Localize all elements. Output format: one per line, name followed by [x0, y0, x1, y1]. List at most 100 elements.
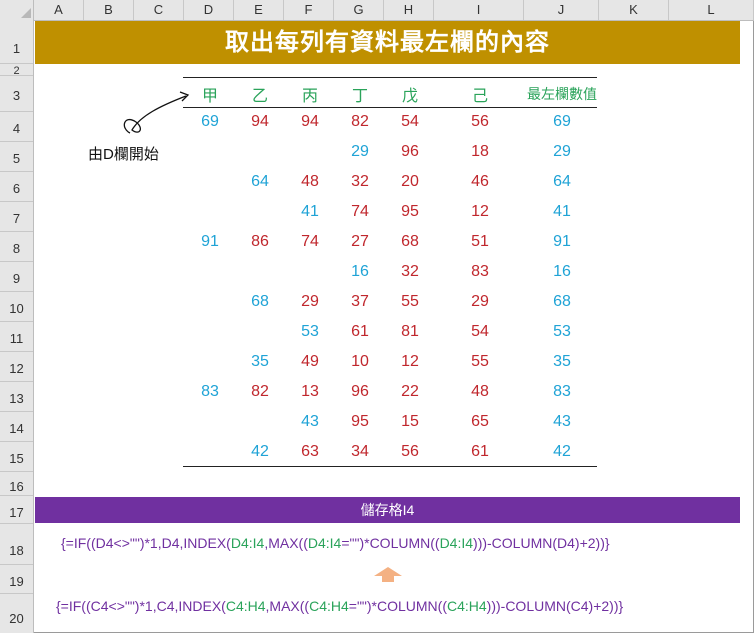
table-cell[interactable]: 95 [340, 413, 380, 431]
table-cell[interactable]: 54 [460, 323, 500, 341]
select-all-corner[interactable] [0, 0, 34, 20]
table-cell[interactable]: 61 [460, 443, 500, 461]
table-cell[interactable]: 83 [460, 263, 500, 281]
column-header-h[interactable]: H [384, 0, 434, 20]
table-cell[interactable]: 48 [460, 383, 500, 401]
table-cell[interactable]: 91 [190, 233, 230, 251]
row-header-7[interactable]: 7 [0, 202, 33, 232]
table-cell[interactable]: 83 [190, 383, 230, 401]
column-header-j[interactable]: J [524, 0, 599, 20]
row-header-3[interactable]: 3 [0, 76, 33, 112]
table-cell[interactable]: 65 [460, 413, 500, 431]
table-cell[interactable]: 54 [390, 113, 430, 131]
result-cell[interactable]: 64 [542, 173, 582, 191]
result-cell[interactable]: 35 [542, 353, 582, 371]
table-cell[interactable]: 56 [390, 443, 430, 461]
table-cell[interactable]: 94 [240, 113, 280, 131]
table-cell[interactable]: 82 [240, 383, 280, 401]
table-cell[interactable]: 12 [460, 203, 500, 221]
table-cell[interactable]: 95 [390, 203, 430, 221]
table-cell[interactable]: 32 [340, 173, 380, 191]
row-header-12[interactable]: 12 [0, 352, 33, 382]
row-header-13[interactable]: 13 [0, 382, 33, 412]
table-cell[interactable]: 29 [460, 293, 500, 311]
table-cell[interactable]: 53 [290, 323, 330, 341]
column-header-g[interactable]: G [334, 0, 384, 20]
table-cell[interactable]: 55 [460, 353, 500, 371]
table-cell[interactable]: 74 [340, 203, 380, 221]
table-cell[interactable]: 34 [340, 443, 380, 461]
table-cell[interactable]: 61 [340, 323, 380, 341]
table-cell[interactable]: 46 [460, 173, 500, 191]
table-cell[interactable]: 35 [240, 353, 280, 371]
table-cell[interactable]: 48 [290, 173, 330, 191]
row-header-4[interactable]: 4 [0, 112, 33, 142]
result-cell[interactable]: 42 [542, 443, 582, 461]
column-header-l[interactable]: L [669, 0, 754, 20]
table-cell[interactable]: 15 [390, 413, 430, 431]
row-header-10[interactable]: 10 [0, 292, 33, 322]
table-cell[interactable]: 51 [460, 233, 500, 251]
table-cell[interactable]: 94 [290, 113, 330, 131]
row-header-6[interactable]: 6 [0, 172, 33, 202]
table-cell[interactable]: 64 [240, 173, 280, 191]
result-cell[interactable]: 91 [542, 233, 582, 251]
table-cell[interactable]: 20 [390, 173, 430, 191]
result-cell[interactable]: 53 [542, 323, 582, 341]
row-header-14[interactable]: 14 [0, 412, 33, 442]
table-cell[interactable]: 68 [390, 233, 430, 251]
table-cell[interactable]: 96 [390, 143, 430, 161]
table-cell[interactable]: 10 [340, 353, 380, 371]
row-header-2[interactable]: 2 [0, 64, 33, 77]
table-cell[interactable]: 96 [340, 383, 380, 401]
column-header-d[interactable]: D [184, 0, 234, 20]
table-cell[interactable]: 69 [190, 113, 230, 131]
row-header-11[interactable]: 11 [0, 322, 33, 352]
table-cell[interactable]: 55 [390, 293, 430, 311]
table-cell[interactable]: 29 [340, 143, 380, 161]
column-header-i[interactable]: I [434, 0, 524, 20]
row-header-9[interactable]: 9 [0, 262, 33, 292]
table-cell[interactable]: 56 [460, 113, 500, 131]
column-header-c[interactable]: C [134, 0, 184, 20]
table-cell[interactable]: 49 [290, 353, 330, 371]
table-cell[interactable]: 13 [290, 383, 330, 401]
column-header-a[interactable]: A [34, 0, 84, 20]
table-cell[interactable]: 12 [390, 353, 430, 371]
table-cell[interactable]: 81 [390, 323, 430, 341]
table-cell[interactable]: 16 [340, 263, 380, 281]
table-cell[interactable]: 22 [390, 383, 430, 401]
table-cell[interactable]: 32 [390, 263, 430, 281]
row-header-5[interactable]: 5 [0, 142, 33, 172]
column-header-e[interactable]: E [234, 0, 284, 20]
row-header-1[interactable]: 1 [0, 20, 33, 64]
table-cell[interactable]: 41 [290, 203, 330, 221]
column-header-f[interactable]: F [284, 0, 334, 20]
result-cell[interactable]: 29 [542, 143, 582, 161]
row-header-20[interactable]: 20 [0, 594, 33, 633]
row-header-16[interactable]: 16 [0, 472, 33, 496]
table-cell[interactable]: 63 [290, 443, 330, 461]
row-header-18[interactable]: 18 [0, 524, 33, 565]
column-header-k[interactable]: K [599, 0, 669, 20]
table-cell[interactable]: 27 [340, 233, 380, 251]
table-cell[interactable]: 82 [340, 113, 380, 131]
result-cell[interactable]: 69 [542, 113, 582, 131]
table-cell[interactable]: 42 [240, 443, 280, 461]
table-cell[interactable]: 18 [460, 143, 500, 161]
row-header-15[interactable]: 15 [0, 442, 33, 472]
table-cell[interactable]: 37 [340, 293, 380, 311]
column-header-b[interactable]: B [84, 0, 134, 20]
result-cell[interactable]: 43 [542, 413, 582, 431]
result-cell[interactable]: 83 [542, 383, 582, 401]
table-cell[interactable]: 86 [240, 233, 280, 251]
row-header-17[interactable]: 17 [0, 496, 33, 524]
result-cell[interactable]: 68 [542, 293, 582, 311]
result-cell[interactable]: 16 [542, 263, 582, 281]
table-cell[interactable]: 43 [290, 413, 330, 431]
table-cell[interactable]: 68 [240, 293, 280, 311]
table-cell[interactable]: 29 [290, 293, 330, 311]
row-header-8[interactable]: 8 [0, 232, 33, 262]
table-cell[interactable]: 74 [290, 233, 330, 251]
row-header-19[interactable]: 19 [0, 565, 33, 594]
